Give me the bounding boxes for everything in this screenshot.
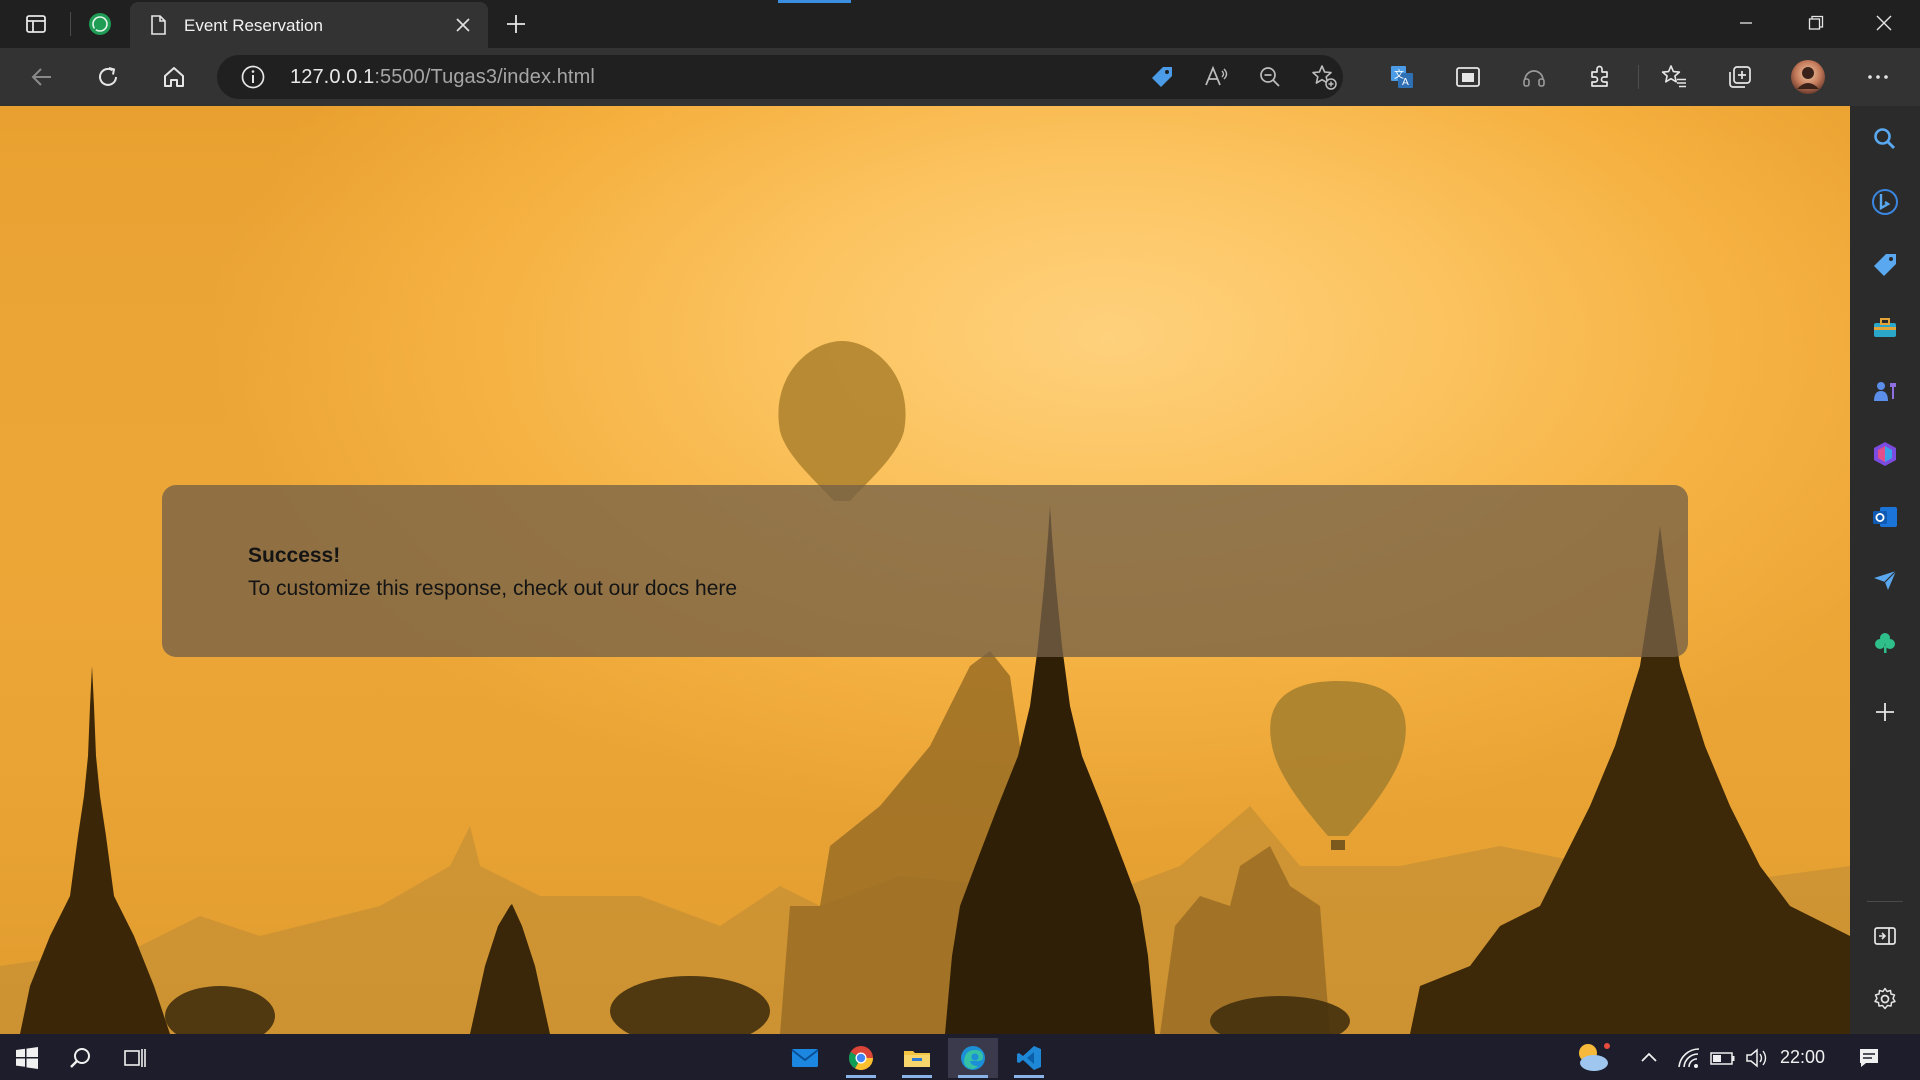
coupon-icon[interactable] [1146,61,1178,93]
svg-text:A: A [1402,77,1409,88]
translate-icon[interactable]: 文A [1384,59,1420,95]
document-icon [148,14,168,41]
whatsapp-icon[interactable] [82,6,118,42]
success-alert: Success! To customize this response, che… [162,485,1688,657]
running-indicator [902,1075,932,1078]
settings-icon[interactable] [1867,981,1903,1017]
minimize-icon[interactable] [1714,0,1778,46]
taskbar: 22:00 [0,1034,1920,1080]
title-bar: Event Reservation [0,0,1920,48]
weather-icon[interactable] [1567,1038,1617,1078]
running-indicator [846,1075,876,1078]
search-icon[interactable] [56,1038,106,1078]
sidebar-divider [1867,901,1903,902]
refresh-icon[interactable] [90,59,126,95]
info-icon[interactable] [237,61,269,93]
restore-icon[interactable] [1784,0,1848,46]
home-icon[interactable] [156,59,192,95]
plus-icon[interactable] [498,6,534,42]
search-icon[interactable] [1867,121,1903,157]
add-favorite-icon[interactable] [1308,61,1340,93]
microsoft365-icon[interactable] [1867,436,1903,472]
more-icon[interactable] [1860,59,1896,95]
notification-icon[interactable] [1844,1038,1894,1078]
file-explorer-icon[interactable] [892,1038,942,1078]
tab-title: Event Reservation [184,16,323,35]
bing-icon[interactable] [1867,184,1903,220]
url-host: 127.0.0.1 [290,66,375,88]
titlebar-divider [70,12,71,36]
mail-icon[interactable] [780,1038,830,1078]
tab-actions-icon[interactable] [18,6,54,42]
profile-avatar[interactable] [1790,59,1826,95]
url-path: :5500/Tugas3/index.html [374,66,595,88]
alert-title: Success! [248,544,341,567]
edge-icon[interactable] [948,1038,998,1078]
vscode-icon[interactable] [1004,1038,1054,1078]
shopping-icon[interactable] [1867,247,1903,283]
back-icon[interactable] [24,59,60,95]
url-text[interactable]: 127.0.0.1:5500/Tugas3/index.html [290,66,595,89]
page-viewport: Success! To customize this response, che… [0,106,1850,1034]
edge-sidebar [1850,106,1920,1034]
collections-icon[interactable] [1722,59,1758,95]
read-aloud-icon[interactable] [1200,61,1232,93]
clock[interactable]: 22:00 [1780,1047,1825,1068]
running-indicator [1014,1075,1044,1078]
address-bar[interactable]: 127.0.0.1:5500/Tugas3/index.html [217,55,1343,99]
tree-icon[interactable] [1867,625,1903,661]
favorites-icon[interactable] [1656,59,1692,95]
loading-indicator [778,0,851,3]
immersive-reader-icon[interactable] [1450,59,1486,95]
chrome-icon[interactable] [836,1038,886,1078]
close-icon[interactable] [446,8,480,42]
extensions-icon[interactable] [1582,59,1618,95]
active-tab[interactable]: Event Reservation [130,2,488,48]
zoom-out-icon[interactable] [1254,61,1286,93]
navigation-bar: 127.0.0.1:5500/Tugas3/index.html 文A [0,48,1920,106]
alert-message: To customize this response, check out ou… [248,577,738,600]
drop-icon[interactable] [1867,562,1903,598]
tools-icon[interactable] [1867,310,1903,346]
toolbar-divider [1638,65,1639,89]
hide-sidebar-icon[interactable] [1867,918,1903,954]
add-icon[interactable] [1867,694,1903,730]
close-window-icon[interactable] [1852,0,1916,46]
outlook-icon[interactable] [1867,499,1903,535]
task-view-icon[interactable] [110,1038,160,1078]
start-icon[interactable] [2,1038,52,1078]
running-indicator [958,1075,988,1078]
volume-icon[interactable] [1732,1038,1782,1078]
headset-icon[interactable] [1516,59,1552,95]
games-icon[interactable] [1867,373,1903,409]
